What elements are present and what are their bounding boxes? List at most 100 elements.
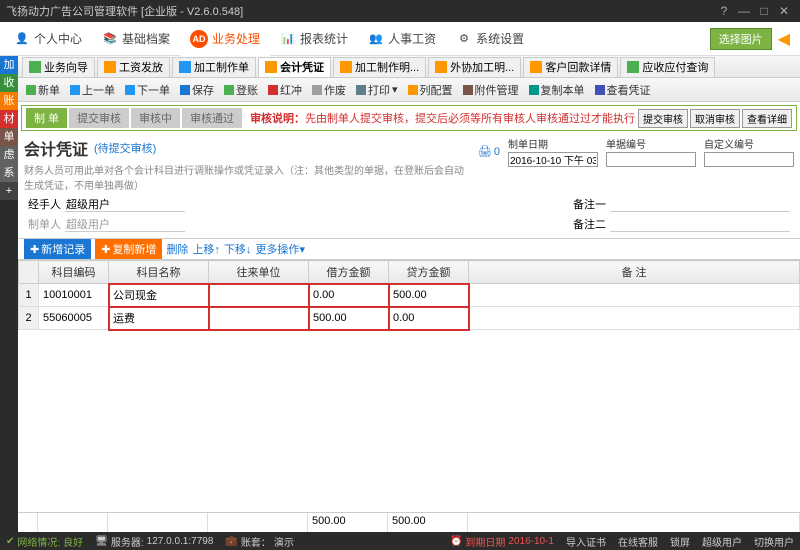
custom-input[interactable] [704, 152, 794, 167]
lock-screen[interactable]: 锁屏 [670, 534, 690, 549]
tb-post[interactable]: 登账 [220, 82, 262, 98]
cell-credit[interactable]: 0.00 [389, 307, 469, 330]
sidebar-system[interactable]: 系 [0, 164, 18, 182]
remark1-input[interactable] [610, 197, 790, 212]
total-credit: 500.00 [388, 513, 468, 532]
del-row-link[interactable]: 删除 [166, 241, 188, 257]
col-credit[interactable]: 贷方金额 [389, 261, 469, 284]
tb-save[interactable]: 保存 [176, 82, 218, 98]
cell-credit[interactable]: 500.00 [389, 284, 469, 307]
help-icon[interactable]: ? [714, 4, 734, 18]
import-cert[interactable]: 导入证书 [566, 534, 606, 549]
docno-input[interactable] [606, 152, 696, 167]
online-support[interactable]: 在线客服 [618, 534, 658, 549]
user-icon: 👤 [14, 31, 30, 47]
bell-icon[interactable]: ◀ [778, 29, 790, 49]
cell-name[interactable]: 公司现金 [109, 284, 209, 307]
tb-print[interactable]: 打印▾ [352, 82, 402, 98]
remark2-input[interactable] [610, 217, 790, 232]
wf-step-3: 审核中 [131, 108, 180, 128]
cell-unit[interactable] [209, 307, 309, 330]
minimize-icon[interactable]: — [734, 4, 754, 18]
close-icon[interactable]: ✕ [774, 4, 794, 18]
wf-detail[interactable]: 查看详细 [742, 109, 792, 128]
cell-remark[interactable] [469, 284, 800, 307]
col-remark[interactable]: 备 注 [469, 261, 800, 284]
nav-hr[interactable]: 👥人事工资 [358, 22, 446, 56]
tb-next[interactable]: 下一单 [121, 82, 174, 98]
col-code[interactable]: 科目编码 [39, 261, 109, 284]
cell-debit[interactable]: 500.00 [309, 307, 389, 330]
col-unit[interactable]: 往来单位 [209, 261, 309, 284]
tab-salary[interactable]: 工资发放 [97, 57, 170, 77]
main-nav: 👤个人中心 📚基础档案 AD业务处理 📊报表统计 👥人事工资 ⚙系统设置 选择图… [0, 22, 800, 56]
status-badge: (待提交审核) [94, 140, 156, 156]
date-input[interactable] [508, 152, 598, 167]
cell-name[interactable]: 运费 [109, 307, 209, 330]
tb-attach[interactable]: 附件管理 [459, 82, 523, 98]
up-row-link[interactable]: 上移↑ [192, 241, 220, 257]
cell-debit[interactable]: 0.00 [309, 284, 389, 307]
sidebar-filter[interactable]: 虑 [0, 146, 18, 164]
tab-voucher[interactable]: 会计凭证 [258, 57, 331, 77]
sidebar-receive[interactable]: 收 [0, 74, 18, 92]
col-name[interactable]: 科目名称 [109, 261, 209, 284]
nav-archive[interactable]: 📚基础档案 [92, 22, 180, 56]
wf-submit[interactable]: 提交审核 [638, 109, 688, 128]
tb-view[interactable]: 查看凭证 [591, 82, 655, 98]
expire-info: ⏰ 到期日期2016-10-1 [450, 534, 554, 549]
tab-process[interactable]: 加工制作单 [172, 57, 256, 77]
cell-code[interactable]: 10010001 [39, 284, 109, 307]
chart-icon: 📊 [280, 31, 296, 47]
tab-process-detail[interactable]: 加工制作明... [333, 57, 426, 77]
cell-unit[interactable] [209, 284, 309, 307]
rownum: 1 [19, 284, 39, 307]
sidebar-plus[interactable]: + [0, 182, 18, 200]
col-debit[interactable]: 借方金额 [309, 261, 389, 284]
printer-icon: 🖨 [478, 145, 492, 158]
tb-prev[interactable]: 上一单 [66, 82, 119, 98]
tb-new[interactable]: 新单 [22, 82, 64, 98]
cell-code[interactable]: 55060005 [39, 307, 109, 330]
nav-business[interactable]: AD业务处理 [180, 22, 270, 56]
nav-system[interactable]: ⚙系统设置 [446, 22, 534, 56]
select-image-button[interactable]: 选择图片 [710, 28, 772, 50]
tab-icon [29, 61, 41, 73]
tab-guide[interactable]: 业务向导 [22, 57, 95, 77]
attach-icon [463, 85, 473, 95]
add-row-button[interactable]: ✚新增记录 [24, 239, 91, 259]
maker-label: 制单人 [28, 216, 61, 232]
totals-row: 500.00 500.00 [18, 512, 800, 532]
more-ops-link[interactable]: 更多操作▾ [255, 241, 305, 257]
down-row-link[interactable]: 下移↓ [224, 241, 252, 257]
tab-arap[interactable]: 应收应付查询 [620, 57, 715, 77]
tb-cols[interactable]: 列配置 [404, 82, 457, 98]
content-area: 业务向导 工资发放 加工制作单 会计凭证 加工制作明... 外协加工明... 客… [18, 56, 800, 532]
doc-tabs: 业务向导 工资发放 加工制作单 会计凭证 加工制作明... 外协加工明... 客… [18, 56, 800, 78]
nav-personal[interactable]: 👤个人中心 [4, 22, 92, 56]
cell-remark[interactable] [469, 307, 800, 330]
sidebar-material[interactable]: 材 [0, 110, 18, 128]
copy-row-button[interactable]: ✚复制新增 [95, 239, 162, 259]
total-debit: 500.00 [308, 513, 388, 532]
table-row[interactable]: 1 10010001 公司现金 0.00 500.00 [19, 284, 800, 307]
wf-cancel[interactable]: 取消审核 [690, 109, 740, 128]
sidebar-doc[interactable]: 单 [0, 128, 18, 146]
maximize-icon[interactable]: □ [754, 4, 774, 18]
tb-void[interactable]: 作废 [308, 82, 350, 98]
voucher-grid[interactable]: 科目编码 科目名称 往来单位 借方金额 贷方金额 备 注 1 10010001 … [18, 260, 800, 512]
sidebar-account[interactable]: 账 [0, 92, 18, 110]
table-row[interactable]: 2 55060005 运费 500.00 0.00 [19, 307, 800, 330]
tab-outsource[interactable]: 外协加工明... [428, 57, 521, 77]
next-icon [125, 85, 135, 95]
nav-report[interactable]: 📊报表统计 [270, 22, 358, 56]
tb-copy[interactable]: 复制本单 [525, 82, 589, 98]
current-user[interactable]: 超级用户 [702, 534, 742, 549]
tb-reverse[interactable]: 红冲 [264, 82, 306, 98]
page-subtitle: 财务人员可用此单对各个会计科目进行调账操作或凭证录入（注：其他类型的单据，在登账… [24, 162, 468, 192]
handler-input[interactable] [65, 197, 185, 212]
sidebar-add[interactable]: 加 [0, 56, 18, 74]
server-info: 🖥 服务器:127.0.0.1:7798 [95, 534, 213, 549]
tab-payment[interactable]: 客户回款详情 [523, 57, 618, 77]
switch-user[interactable]: 切换用户 [754, 534, 794, 549]
